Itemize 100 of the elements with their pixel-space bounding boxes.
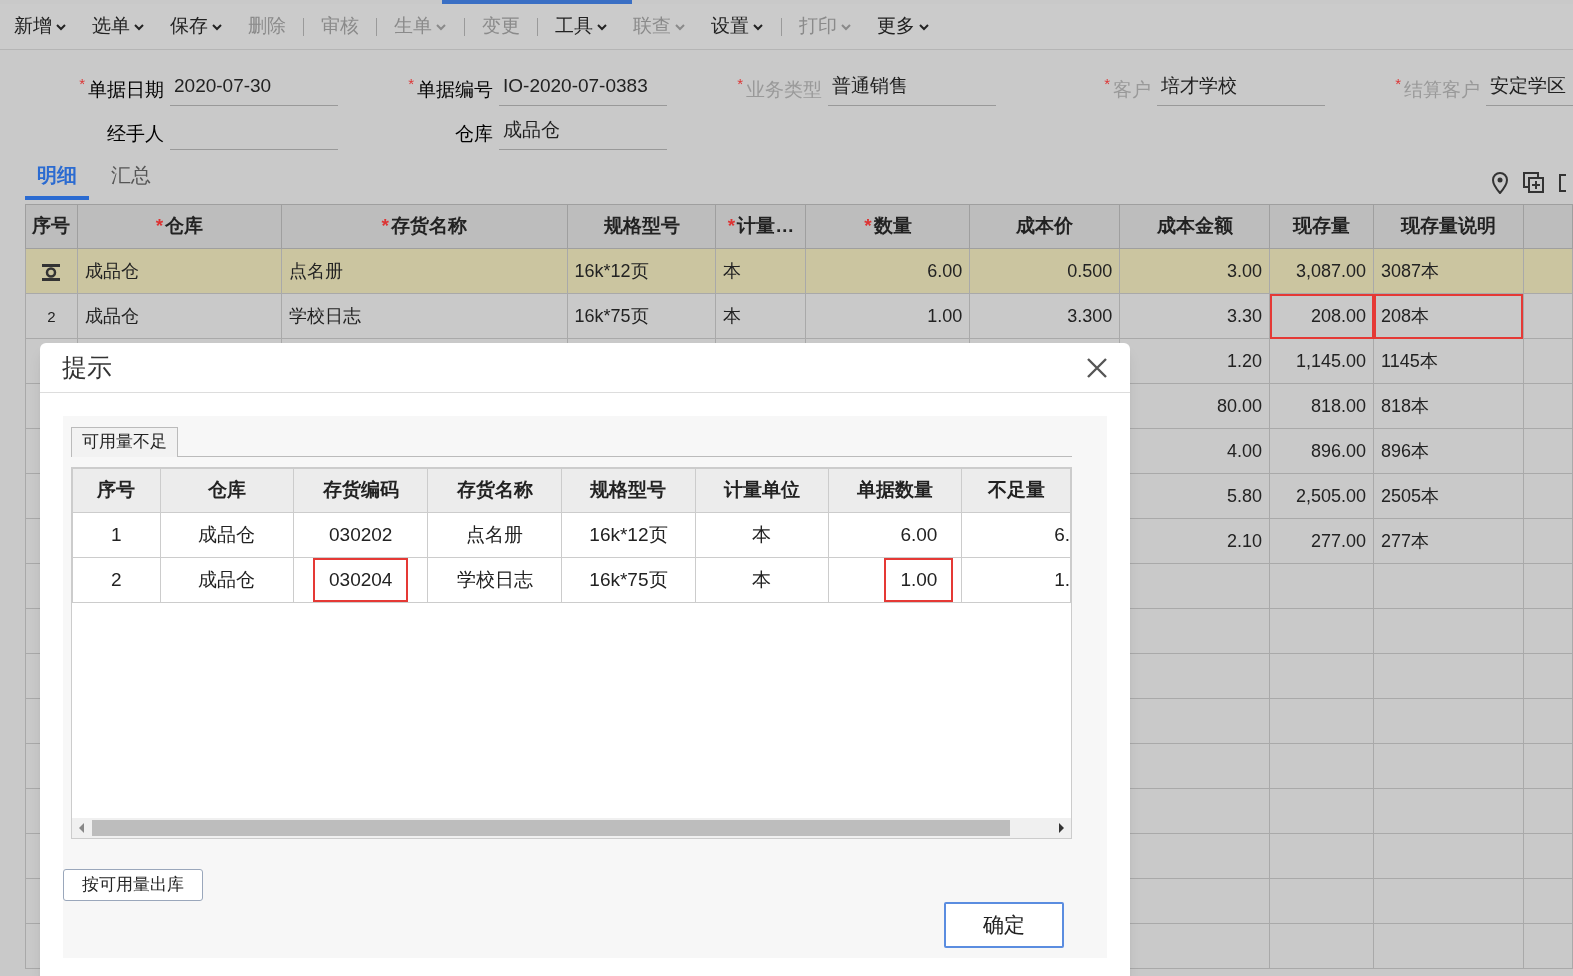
copy-add-icon[interactable]: [1523, 172, 1545, 194]
table-cell-text: 学校日志: [455, 567, 534, 592]
table-cell: 4.00: [1227, 440, 1263, 461]
column-header: 成本价: [969, 204, 1120, 249]
chevron-down-icon[interactable]: [55, 21, 67, 32]
table-cell: 本: [723, 305, 742, 326]
table-cell: 3.300: [1067, 305, 1113, 326]
table-cell-text: 1.: [1054, 567, 1070, 592]
table-cell: 5.80: [1227, 485, 1263, 506]
table-cell: 2,505.00: [1295, 485, 1367, 506]
required-mark: *: [1395, 76, 1401, 91]
table-cell: 896.00: [1311, 440, 1367, 461]
column-header: 规格型号: [567, 204, 716, 249]
table-cell-text: 6.: [1054, 522, 1070, 547]
column-header: 计量单位: [695, 468, 829, 513]
field-label: 单据编号: [417, 78, 493, 102]
column-header: 序号: [72, 468, 161, 513]
column-header: *仓库: [77, 204, 282, 249]
table-cell-text: 6.00: [899, 522, 939, 547]
table-cell: 2.10: [1227, 530, 1263, 551]
table-cell-text: 成品仓: [197, 522, 257, 547]
table-cell: 1.20: [1227, 350, 1263, 371]
toolbar-button[interactable]: 更多: [869, 12, 938, 41]
column-header: *数量: [805, 204, 970, 249]
table-cell: 1.00: [927, 305, 963, 326]
column-header: 存货名称: [427, 468, 562, 513]
table-cell: 896本: [1381, 440, 1430, 461]
toolbar-button[interactable]: 保存: [162, 12, 231, 41]
location-pin-icon[interactable]: [1491, 172, 1509, 194]
toolbar-button[interactable]: 工具: [547, 12, 616, 41]
chevron-down-icon[interactable]: [918, 21, 930, 32]
table-cell: 成品仓: [84, 305, 139, 326]
chevron-down-icon[interactable]: [596, 21, 608, 32]
table-cell-text: 16k*12页: [588, 522, 669, 547]
table-cell: 0.500: [1067, 260, 1113, 281]
table-cell: 1.00: [886, 559, 952, 601]
table-cell: 208本: [1373, 293, 1524, 339]
table-cell-text: 本: [751, 522, 773, 547]
chevron-down-icon[interactable]: [752, 21, 764, 32]
confirm-button[interactable]: 确定: [944, 902, 1064, 948]
table-cell-text: 本: [751, 567, 773, 592]
table-cell-text: 1: [110, 522, 123, 547]
chevron-down-icon[interactable]: [133, 21, 145, 32]
table-cell: 818本: [1381, 395, 1430, 416]
table-cell: 成品仓: [84, 260, 139, 281]
input-field[interactable]: IO-2020-07-0383: [499, 68, 667, 106]
horizontal-scrollbar[interactable]: [72, 818, 1071, 838]
toolbar-button[interactable]: 设置: [703, 12, 772, 41]
column-header: 单据数量: [828, 468, 962, 513]
chevron-down-icon[interactable]: [211, 21, 223, 32]
table-cell-text: 成品仓: [197, 567, 257, 592]
table-cell-text: 16k*75页: [588, 567, 669, 592]
table-cell: 点名册: [288, 260, 343, 281]
dialog-title: 提示: [62, 351, 112, 383]
column-header: 成本金额: [1119, 204, 1270, 249]
table-cell: 80.00: [1217, 395, 1263, 416]
table-cell: 3,087.00: [1295, 260, 1367, 281]
table-cell: 本: [723, 260, 742, 281]
close-icon[interactable]: [1086, 356, 1108, 379]
table-cell: 16k*12页: [574, 260, 649, 281]
column-header: 规格型号: [561, 468, 696, 513]
column-header: 仓库: [160, 468, 294, 513]
table-cell-text: 030202: [328, 522, 394, 547]
tab[interactable]: 可用量不足: [71, 427, 178, 457]
table-cell: 6.00: [927, 260, 963, 281]
table-cell: 16k*75页: [574, 305, 649, 326]
column-header: 存货编码: [293, 468, 428, 513]
required-mark: *: [1104, 76, 1110, 91]
column-header: *存货名称: [281, 204, 568, 249]
table-cell: 2: [47, 307, 56, 325]
table-cell: 277本: [1381, 530, 1430, 551]
required-mark: *: [79, 76, 85, 91]
action-button[interactable]: 按可用量出库: [63, 869, 203, 901]
table-cell: 1145本: [1381, 350, 1438, 371]
column-header: 现存量: [1269, 204, 1374, 249]
gear-icon[interactable]: [41, 261, 62, 282]
table-cell-text: 2: [110, 567, 123, 592]
toolbar-button[interactable]: 新增: [6, 12, 75, 41]
column-header: 现存量说明: [1373, 204, 1524, 249]
field-label: 单据日期: [88, 78, 164, 102]
field-label: 经手人: [107, 122, 164, 146]
table-cell: 学校日志: [288, 305, 361, 326]
input-field[interactable]: 2020-07-30: [170, 68, 338, 106]
table-cell: 818.00: [1311, 395, 1367, 416]
column-header: 序号: [25, 204, 78, 249]
field-label: 仓库: [455, 122, 493, 146]
input-field[interactable]: 成品仓: [499, 112, 667, 150]
required-mark: *: [408, 76, 414, 91]
table-cell-text: 点名册: [465, 522, 525, 547]
table-cell: 1,145.00: [1295, 350, 1367, 371]
table-cell: 030204: [315, 559, 407, 601]
table-cell: 208.00: [1269, 293, 1374, 339]
column-header: *计量…: [715, 204, 806, 249]
tab[interactable]: 汇总: [99, 160, 163, 200]
table-cell: 3087本: [1381, 260, 1440, 281]
document-icon[interactable]: [1559, 172, 1567, 194]
table-cell: 3.30: [1227, 305, 1263, 326]
table-cell: 3.00: [1227, 260, 1263, 281]
toolbar-button[interactable]: 选单: [84, 12, 153, 41]
scrollbar-thumb[interactable]: [92, 820, 1010, 836]
